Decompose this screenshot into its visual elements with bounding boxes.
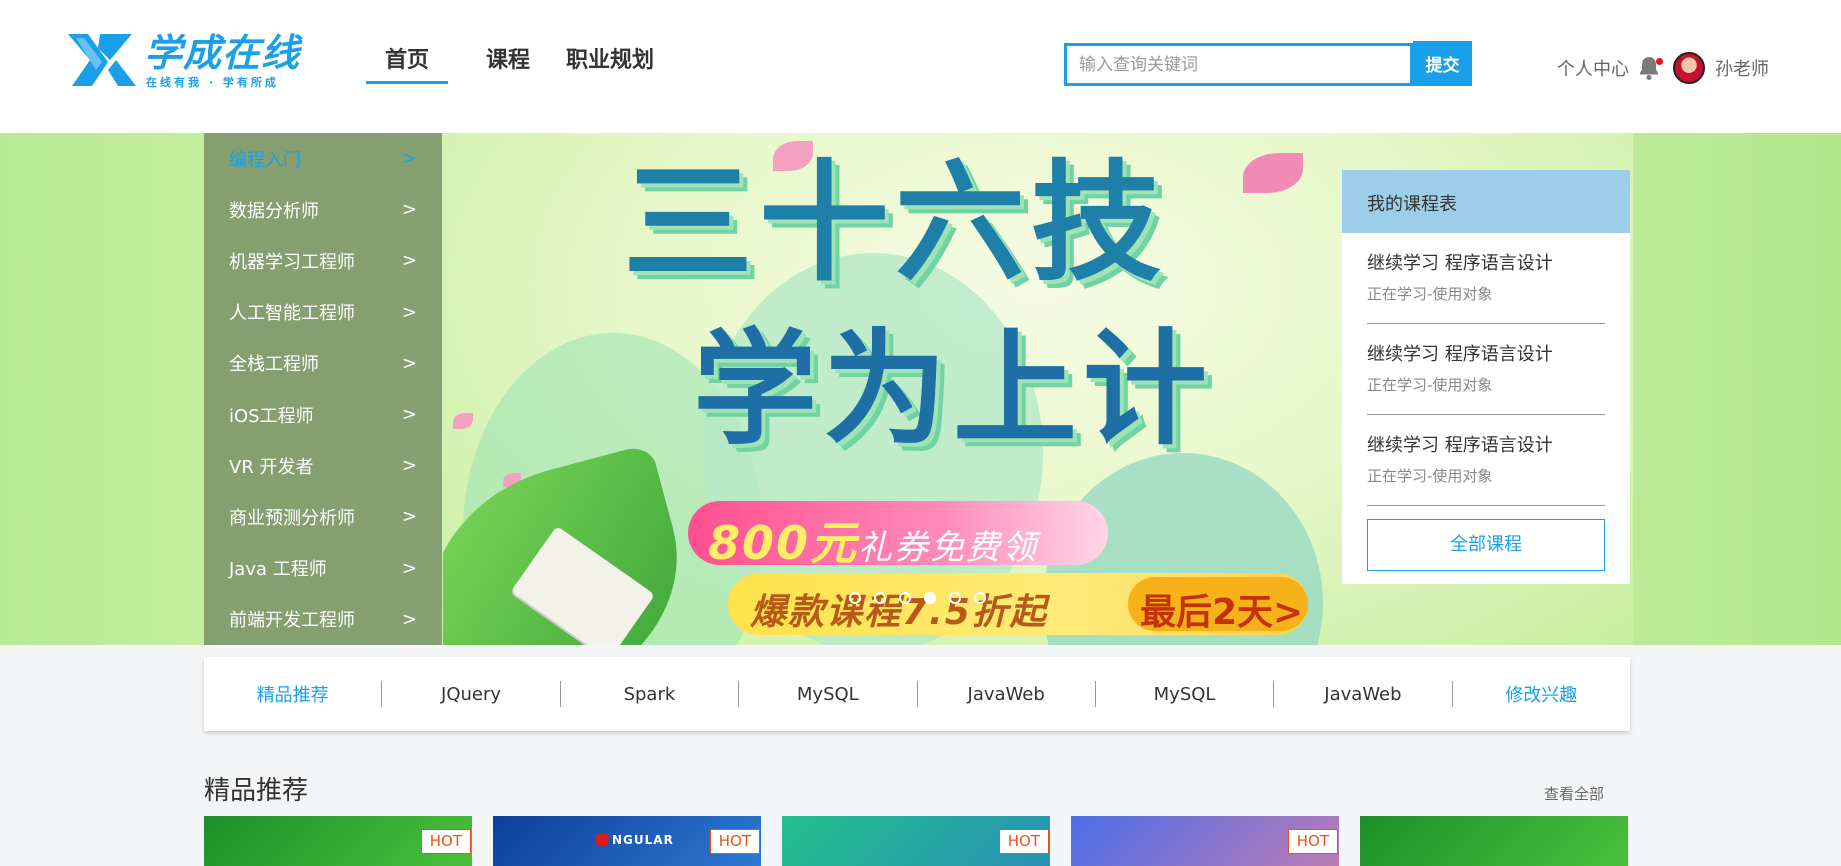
angular-logo: NGULAR — [595, 833, 674, 847]
logo[interactable]: 学成在线 在线有我 · 学有所成 — [62, 30, 312, 90]
side-menu-label: iOS工程师 — [229, 405, 314, 427]
hot-badge: HOT — [1287, 829, 1338, 854]
carousel-dot[interactable] — [899, 592, 911, 604]
side-menu-label: 人工智能工程师 — [229, 303, 355, 325]
edit-interests-link[interactable]: 修改兴趣 — [1453, 681, 1630, 707]
interest-tags-bar: 精品推荐 JQuery Spark MySQL JavaWeb MySQL Ja… — [204, 657, 1630, 731]
chevron-right-icon: > — [401, 608, 417, 630]
all-courses-button[interactable]: 全部课程 — [1367, 519, 1605, 571]
chevron-right-icon: > — [401, 404, 417, 426]
chevron-right-icon: > — [401, 250, 417, 272]
side-menu-item[interactable]: 数据分析师 > — [204, 184, 442, 235]
side-menu-label: 全栈工程师 — [229, 354, 319, 376]
side-menu-item[interactable]: 商业预测分析师 > — [204, 491, 442, 542]
banner-promo-coupon: 800元礼券免费领 — [688, 501, 1108, 570]
course-item-subtitle: 正在学习-使用对象 — [1367, 285, 1493, 303]
logo-subtitle: 在线有我 · 学有所成 — [146, 76, 279, 89]
chevron-right-icon: > — [401, 199, 417, 221]
course-item-title: 继续学习 程序语言设计 — [1367, 344, 1553, 365]
avatar[interactable] — [1673, 52, 1705, 84]
hot-badge: HOT — [998, 829, 1049, 854]
course-item-subtitle: 正在学习-使用对象 — [1367, 376, 1493, 394]
carousel-dot[interactable] — [974, 592, 986, 604]
promo-coupon-text: 礼券免费领 — [858, 528, 1039, 568]
course-table-item[interactable]: 继续学习 程序语言设计 正在学习-使用对象 — [1367, 324, 1605, 415]
side-menu-label: 商业预测分析师 — [229, 507, 355, 529]
side-menu-item[interactable]: 机器学习工程师 > — [204, 235, 442, 286]
chevron-right-icon: > — [401, 557, 417, 579]
tag-item[interactable]: MySQL — [739, 684, 916, 705]
user-center-link[interactable]: 个人中心 — [1557, 55, 1629, 81]
side-menu-item[interactable]: VR 开发者 > — [204, 440, 442, 491]
nav-item-home[interactable]: 首页 — [366, 36, 449, 84]
course-table-title: 我的课程表 — [1342, 170, 1630, 233]
side-menu-item[interactable]: 人工智能工程师 > — [204, 287, 442, 338]
promo-coupon-amount: 800元 — [708, 516, 859, 570]
nav-item-career[interactable]: 职业规划 — [566, 36, 654, 84]
banner-promo-sale: 爆款课程7.5折起 最后2天> — [728, 573, 1308, 635]
card-brand-text: NGULAR — [612, 833, 674, 847]
side-menu-item[interactable]: Java 工程师 > — [204, 543, 442, 594]
user-area: 个人中心 孙老师 — [1557, 50, 1769, 86]
search-submit-button[interactable]: 提交 — [1413, 41, 1472, 86]
nav-item-courses[interactable]: 课程 — [486, 36, 530, 84]
logo-title: 学成在线 — [144, 31, 301, 75]
tag-item[interactable]: MySQL — [1096, 684, 1273, 705]
promo-sale-text: 爆款课程7.5折起 — [750, 592, 1048, 633]
course-card[interactable]: HOT — [204, 816, 472, 866]
bell-icon[interactable] — [1637, 55, 1663, 81]
banner-headline-1: 三十六技 — [623, 147, 1168, 299]
course-item-title: 继续学习 程序语言设计 — [1367, 435, 1553, 456]
side-menu-label: 数据分析师 — [229, 200, 319, 222]
section-title: 精品推荐 — [204, 776, 309, 806]
course-table-item[interactable]: 继续学习 程序语言设计 正在学习-使用对象 — [1367, 233, 1605, 324]
main-nav: 首页 课程 职业规划 — [366, 36, 692, 86]
course-card-list: HOT NGULAR HOT HOT HOT — [204, 816, 1630, 866]
carousel-dots — [849, 592, 999, 604]
side-menu-label: 机器学习工程师 — [229, 251, 355, 273]
my-course-table: 我的课程表 继续学习 程序语言设计 正在学习-使用对象 继续学习 程序语言设计 … — [1342, 170, 1630, 584]
side-menu-item[interactable]: 全栈工程师 > — [204, 338, 442, 389]
notification-dot — [1656, 58, 1663, 65]
view-all-link[interactable]: 查看全部 — [1544, 783, 1604, 804]
chevron-right-icon: > — [401, 301, 417, 323]
side-menu-label: VR 开发者 — [229, 456, 314, 478]
tag-item[interactable]: 精品推荐 — [204, 681, 381, 707]
carousel-dot[interactable] — [949, 592, 961, 604]
course-card[interactable]: HOT — [782, 816, 1050, 866]
logo-icon — [68, 34, 136, 86]
course-item-subtitle: 正在学习-使用对象 — [1367, 467, 1493, 485]
category-side-menu: 编程入门 > 数据分析师 > 机器学习工程师 > 人工智能工程师 > 全栈工程师 > iO… — [204, 133, 442, 645]
chevron-right-icon: > — [401, 455, 417, 477]
search-input[interactable] — [1064, 43, 1413, 86]
banner-headline-2: 学为上计 — [693, 318, 1214, 462]
angular-icon — [595, 833, 609, 847]
tag-item[interactable]: JQuery — [382, 684, 559, 705]
hot-badge: HOT — [709, 829, 760, 854]
user-name[interactable]: 孙老师 — [1715, 55, 1769, 81]
hot-badge: HOT — [420, 829, 471, 854]
carousel-dot-active[interactable] — [924, 592, 936, 604]
course-card[interactable] — [1360, 816, 1628, 866]
side-menu-item[interactable]: 前端开发工程师 > — [204, 594, 442, 645]
side-menu-label: 编程入门 — [229, 149, 301, 171]
side-menu-label: Java 工程师 — [229, 559, 327, 581]
carousel-dot[interactable] — [874, 592, 886, 604]
course-card[interactable]: HOT — [1071, 816, 1339, 866]
chevron-right-icon: > — [401, 506, 417, 528]
carousel-dot[interactable] — [849, 592, 861, 604]
course-table-item[interactable]: 继续学习 程序语言设计 正在学习-使用对象 — [1367, 415, 1605, 506]
side-menu-item[interactable]: 编程入门 > — [204, 133, 442, 184]
tag-item[interactable]: JavaWeb — [918, 684, 1095, 705]
chevron-right-icon: > — [401, 148, 417, 170]
header: 学成在线 在线有我 · 学有所成 首页 课程 职业规划 提交 个人中心 孙老师 — [0, 0, 1841, 133]
side-menu-item[interactable]: iOS工程师 > — [204, 389, 442, 440]
tag-item[interactable]: JavaWeb — [1274, 684, 1451, 705]
promo-sale-deadline: 最后2天> — [1128, 577, 1308, 633]
course-item-title: 继续学习 程序语言设计 — [1367, 253, 1553, 274]
tag-item[interactable]: Spark — [561, 684, 738, 705]
course-card[interactable]: NGULAR HOT — [493, 816, 761, 866]
side-menu-label: 前端开发工程师 — [229, 610, 355, 632]
chevron-right-icon: > — [401, 352, 417, 374]
